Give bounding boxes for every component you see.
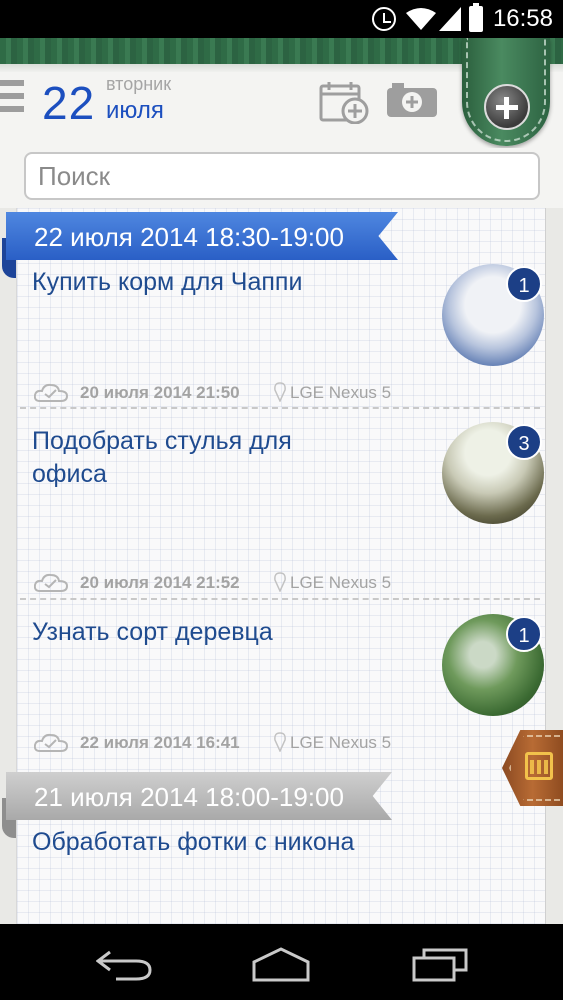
task-date: 20 июля 2014 21:50 (80, 383, 240, 402)
current-month[interactable]: июля (106, 97, 164, 125)
recents-icon[interactable] (412, 946, 468, 982)
task-device: LGE Nexus 5 (290, 733, 392, 752)
task-device: LGE Nexus 5 (290, 573, 392, 592)
group-header-label: 22 июля 2014 18:30-19:00 (34, 222, 344, 252)
task-date: 20 июля 2014 21:52 (80, 573, 240, 592)
current-weekday: вторник (106, 74, 172, 94)
pin-icon (274, 382, 286, 402)
menu-icon[interactable] (0, 80, 24, 122)
photo-count-badge: 1 (506, 266, 542, 302)
task-date: 22 июля 2014 16:41 (80, 733, 240, 752)
clock: 16:58 (492, 5, 553, 32)
task-title[interactable]: Подобрать стулья для офиса (32, 425, 352, 491)
group-header: 22 июля 2014 18:30-19:00 (6, 212, 398, 260)
cloud-icon (34, 383, 68, 402)
camera-icon[interactable] (386, 82, 438, 118)
divider (20, 598, 540, 600)
wifi-icon (406, 8, 436, 30)
divider (20, 407, 540, 409)
add-event-icon[interactable] (319, 80, 369, 124)
photo-count-badge: 3 (506, 424, 542, 460)
search-input[interactable] (24, 152, 540, 200)
alarm-icon (372, 7, 396, 31)
task-device: LGE Nexus 5 (290, 383, 392, 402)
task-title[interactable]: Узнать сорт деревца (32, 616, 422, 649)
photo-count-badge: 1 (506, 616, 542, 652)
pin-icon (274, 732, 286, 752)
home-icon[interactable] (252, 946, 310, 982)
navigation-bar (0, 924, 563, 1000)
status-bar: 16:58 (0, 0, 563, 38)
pin-icon (274, 572, 286, 592)
cloud-icon (34, 573, 68, 592)
cloud-icon (34, 733, 68, 752)
back-icon[interactable] (96, 946, 152, 982)
battery-icon (469, 3, 483, 32)
plus-icon[interactable] (484, 84, 530, 130)
signal-icon (439, 7, 461, 31)
group-header: 21 июля 2014 18:00-19:00 (6, 772, 392, 820)
task-title[interactable]: Купить корм для Чаппи (32, 266, 422, 299)
current-day[interactable]: 22 (42, 76, 95, 130)
group-header-label: 21 июля 2014 18:00-19:00 (34, 782, 344, 812)
task-title[interactable]: Обработать фотки с никона (32, 826, 422, 859)
calendar-icon[interactable] (525, 752, 553, 780)
